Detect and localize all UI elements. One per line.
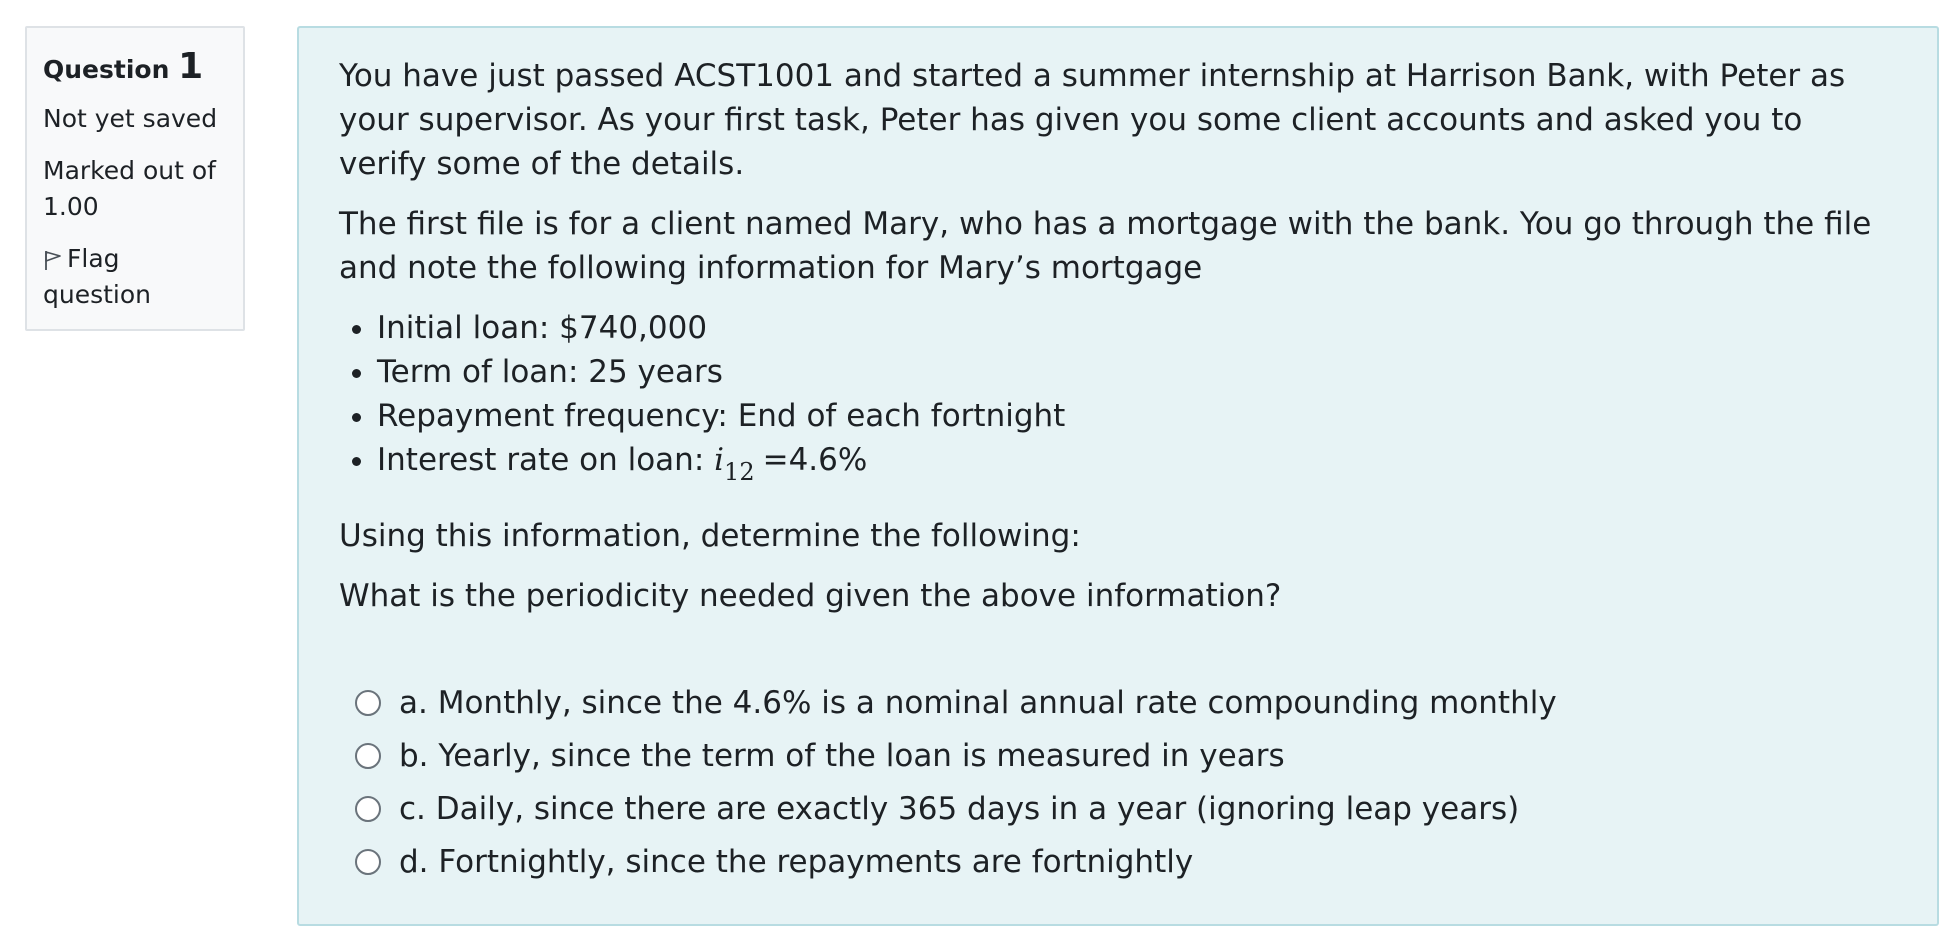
answer-option-c[interactable]: c. Daily, since there are exactly 365 da… (355, 782, 1897, 835)
question-heading: Question 1 (43, 48, 227, 89)
question-instruction: Using this information, determine the fo… (339, 518, 1081, 554)
question-label: Question (43, 55, 170, 84)
fact-term: Term of loan: 25 years (377, 350, 1897, 394)
answer-label[interactable]: b. Yearly, since the term of the loan is… (399, 738, 1285, 774)
answer-options: a. Monthly, since the 4.6% is a nominal … (339, 676, 1897, 888)
question-number: 1 (178, 46, 204, 87)
radio-button[interactable] (355, 742, 381, 769)
answer-option-d[interactable]: d. Fortnightly, since the repayments are… (355, 835, 1897, 888)
radio-button[interactable] (355, 795, 381, 822)
rate-symbol: i (714, 442, 725, 478)
flag-label: Flag (67, 244, 120, 273)
question-file-note: The first file is for a client named Mar… (339, 206, 1872, 286)
radio-button[interactable] (355, 689, 381, 716)
answer-label[interactable]: d. Fortnightly, since the repayments are… (399, 844, 1193, 880)
fact-interest-rate: Interest rate on loan: i12=4.6% (377, 438, 1897, 486)
fact-initial-loan: Initial loan: $740,000 (377, 306, 1897, 350)
answer-option-a[interactable]: a. Monthly, since the 4.6% is a nominal … (355, 676, 1897, 729)
marks-value: 1.00 (43, 192, 99, 221)
rate-value: =4.6% (762, 442, 868, 478)
question-prompt: What is the periodicity needed given the… (339, 578, 1282, 614)
question-content: You have just passed ACST1001 and starte… (297, 26, 1939, 926)
answer-label[interactable]: c. Daily, since there are exactly 365 da… (399, 791, 1519, 827)
flag-label-2: question (43, 280, 152, 309)
flag-question-button[interactable]: Flag question (43, 241, 227, 313)
radio-button[interactable] (355, 848, 381, 875)
rate-subscript: 12 (724, 458, 755, 486)
question-info-panel: Question 1 Not yet saved Marked out of 1… (25, 26, 245, 331)
answer-option-b[interactable]: b. Yearly, since the term of the loan is… (355, 729, 1897, 782)
loan-facts-list: Initial loan: $740,000 Term of loan: 25 … (339, 306, 1897, 486)
marks-info: Marked out of 1.00 (43, 153, 227, 225)
flag-icon (45, 251, 61, 270)
question-intro: You have just passed ACST1001 and starte… (339, 58, 1846, 182)
marks-label: Marked out of (43, 156, 216, 185)
answer-label[interactable]: a. Monthly, since the 4.6% is a nominal … (399, 685, 1557, 721)
fact-frequency: Repayment frequency: End of each fortnig… (377, 394, 1897, 438)
save-status: Not yet saved (43, 104, 218, 133)
rate-prefix: Interest rate on loan: (377, 442, 715, 478)
